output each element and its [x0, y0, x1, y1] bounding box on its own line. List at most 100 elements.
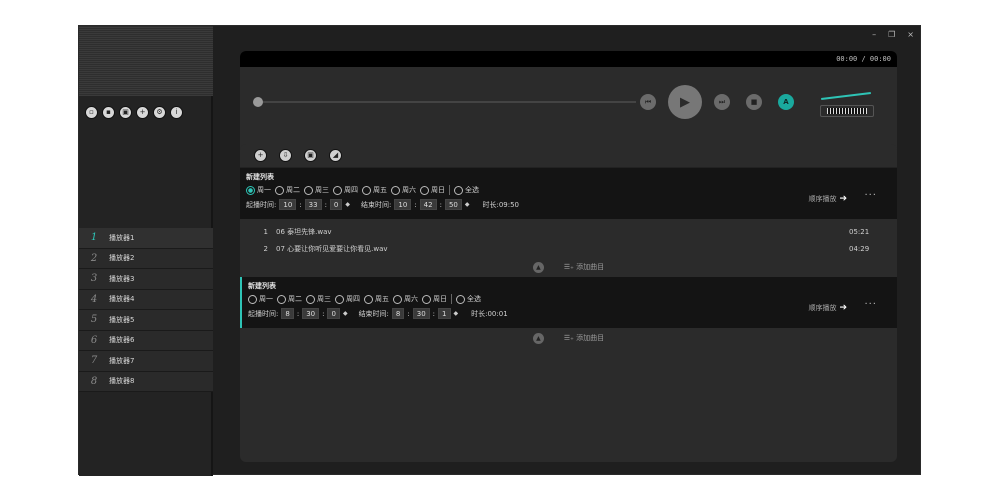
day-radio[interactable] — [277, 294, 286, 304]
player-item-8[interactable]: 8 播放器8 — [79, 371, 213, 392]
copy-icon[interactable]: ▪ — [102, 106, 115, 119]
player-number: 8 — [90, 375, 98, 387]
time-colon: : — [299, 200, 302, 209]
track-row[interactable]: 2 07 心要让你听见爱要让你看见.wav 04:29 — [240, 240, 897, 257]
day-radio[interactable] — [364, 294, 373, 304]
more-options-button[interactable]: ··· — [864, 299, 877, 310]
player-number: 3 — [90, 273, 98, 285]
clear-icon[interactable]: ◢ — [329, 149, 342, 162]
info-icon[interactable]: i — [170, 106, 183, 119]
day-option[interactable]: 周日 — [422, 294, 447, 304]
close-icon[interactable]: × — [907, 30, 914, 39]
clear-icon-glyph: ◢ — [332, 151, 339, 159]
day-option[interactable]: 周六 — [391, 185, 416, 195]
start-time-spinner[interactable]: ◆ — [345, 201, 350, 208]
player-item-5[interactable]: 5 播放器5 — [79, 310, 213, 331]
select-all-radio[interactable] — [456, 294, 465, 304]
day-radio[interactable] — [248, 294, 257, 304]
day-radio[interactable] — [275, 185, 284, 195]
day-radio[interactable] — [420, 185, 429, 195]
day-option[interactable]: 周二 — [277, 294, 302, 304]
player-item-6[interactable]: 6 播放器6 — [79, 330, 213, 351]
save-list-icon[interactable]: ▣ — [304, 149, 317, 162]
start-time-field[interactable]: 33 — [304, 199, 322, 210]
ab-repeat-button[interactable]: A — [778, 94, 794, 110]
select-all-option[interactable]: 全选 — [456, 294, 481, 304]
start-time-field[interactable]: 0 — [327, 308, 340, 319]
day-option[interactable]: 周一 — [248, 294, 273, 304]
start-time-spinner[interactable]: ◆ — [343, 310, 348, 317]
time-display: 00:00 / 00:00 — [240, 51, 897, 67]
end-time-field[interactable]: 1 — [438, 308, 451, 319]
track-row[interactable]: 1 06 泰坦先锋.wav 05:21 — [240, 223, 897, 240]
start-time-field[interactable]: 10 — [279, 199, 297, 210]
add-icon[interactable]: + — [136, 106, 149, 119]
day-radio[interactable] — [362, 185, 371, 195]
progress-bar[interactable] — [253, 97, 636, 107]
day-option[interactable]: 周一 — [246, 185, 271, 195]
stop-button[interactable]: ■ — [746, 94, 762, 110]
add-track-button[interactable]: ☰₊ 添加曲目 — [564, 333, 604, 343]
volume-slider[interactable] — [820, 105, 874, 117]
day-radio[interactable] — [304, 185, 313, 195]
player-item-1[interactable]: 1 播放器1 — [79, 228, 213, 249]
day-option[interactable]: 周三 — [304, 185, 329, 195]
select-all-radio[interactable] — [454, 185, 463, 195]
end-time-field[interactable]: 30 — [412, 308, 430, 319]
end-time-spinner[interactable]: ◆ — [465, 201, 470, 208]
player-item-4[interactable]: 4 播放器4 — [79, 289, 213, 310]
day-option[interactable]: 周四 — [333, 185, 358, 195]
previous-button[interactable]: ⏮ — [640, 94, 656, 110]
day-label: 周六 — [402, 186, 416, 194]
arrow-right-icon: ➔ — [839, 303, 847, 313]
day-label: 周三 — [317, 295, 331, 303]
start-time-field[interactable]: 8 — [281, 308, 294, 319]
settings-icon[interactable]: ⚙ — [153, 106, 166, 119]
day-option[interactable]: 周四 — [335, 294, 360, 304]
play-button[interactable]: ▶ — [668, 85, 702, 119]
day-radio[interactable] — [335, 294, 344, 304]
day-radio[interactable] — [333, 185, 342, 195]
end-time-field[interactable]: 8 — [391, 308, 405, 319]
day-option[interactable]: 周六 — [393, 294, 418, 304]
restore-icon[interactable]: ❐ — [888, 30, 895, 39]
player-name: 播放器7 — [109, 356, 135, 365]
end-time-field[interactable]: 10 — [394, 199, 412, 210]
day-label: 周五 — [375, 295, 389, 303]
day-option[interactable]: 周三 — [306, 294, 331, 304]
player-item-7[interactable]: 7 播放器7 — [79, 351, 213, 372]
day-radio[interactable] — [246, 185, 255, 195]
progress-knob[interactable] — [253, 97, 263, 107]
end-time-spinner[interactable]: ◆ — [454, 310, 459, 317]
start-time-field[interactable]: 0 — [329, 199, 343, 210]
time-settings: 起播时间: 10:33:0 ◆ 结束时间: 10:42:50 ◆ 时长:09:50 — [246, 199, 891, 210]
sidebar-banner — [79, 26, 213, 96]
save-icon[interactable]: ▣ — [119, 106, 132, 119]
select-all-option[interactable]: 全选 — [454, 185, 479, 195]
end-time-field[interactable]: 42 — [419, 199, 437, 210]
add-track-button[interactable]: ☰₊ 添加曲目 — [564, 262, 604, 272]
next-button[interactable]: ⏭ — [714, 94, 730, 110]
volume-control[interactable] — [815, 89, 879, 119]
day-radio[interactable] — [422, 294, 431, 304]
play-order-button[interactable]: 顺序播放 ➔ — [808, 303, 847, 313]
new-file-icon[interactable]: ▫ — [85, 106, 98, 119]
day-radio[interactable] — [306, 294, 315, 304]
add-list-icon[interactable]: + — [254, 149, 267, 162]
import-icon[interactable]: ⇩ — [279, 149, 292, 162]
day-option[interactable]: 周五 — [362, 185, 387, 195]
day-option[interactable]: 周五 — [364, 294, 389, 304]
player-item-2[interactable]: 2 播放器2 — [79, 248, 213, 269]
day-option[interactable]: 周二 — [275, 185, 300, 195]
day-radio[interactable] — [393, 294, 402, 304]
day-option[interactable]: 周日 — [420, 185, 445, 195]
start-time-field[interactable]: 30 — [302, 308, 320, 319]
player-item-3[interactable]: 3 播放器3 — [79, 269, 213, 290]
day-radio[interactable] — [391, 185, 400, 195]
play-order-button[interactable]: 顺序播放 ➔ — [808, 194, 847, 204]
collapse-button[interactable]: ▲ — [532, 332, 544, 344]
end-time-field[interactable]: 50 — [444, 199, 462, 210]
collapse-button[interactable]: ▲ — [532, 261, 544, 273]
more-options-button[interactable]: ··· — [864, 190, 877, 201]
minimize-icon[interactable]: – — [872, 30, 876, 39]
